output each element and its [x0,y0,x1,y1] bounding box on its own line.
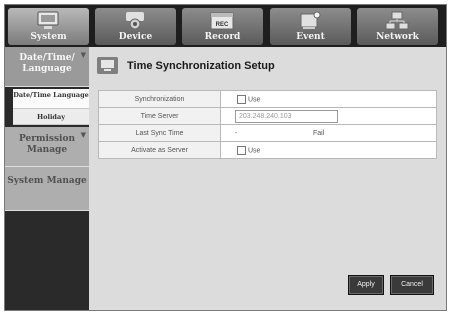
camera-icon [126,12,144,30]
form-row-time-server: Time Server 203.248.240.103 [98,107,437,125]
time-server-label: Time Server [98,107,221,125]
activate-as-server-label: Activate as Server [98,141,221,159]
form-row-last-sync-time: Last Sync Time - Fail [98,124,437,142]
sidebar-item-label: System Manage [7,176,87,186]
settings-page-icon [97,57,118,74]
synchronization-value-cell: Use [220,90,437,108]
time-server-value-cell: 203.248.240.103 [220,107,437,125]
last-sync-status: Fail [313,129,325,137]
tab-system-label: System [30,32,67,42]
tab-record[interactable]: REC Record [182,8,263,45]
expand-marker-icon: ▼ [80,130,86,139]
last-sync-time-label: Last Sync Time [98,124,221,142]
tab-network-label: Network [376,32,419,42]
expand-marker-icon: ▼ [80,50,86,59]
form-row-synchronization: Synchronization Use [98,90,437,108]
network-icon [385,11,409,30]
tab-event-label: Event [296,32,325,42]
tab-device[interactable]: Device [95,8,176,45]
event-icon [300,11,321,29]
record-icon: REC [210,12,234,30]
sidebar-sub-label: Holiday [37,113,65,121]
sidebar-sub-label: Date/Time Language [13,91,89,99]
activate-as-server-use-label: Use [248,146,261,154]
tab-record-label: Record [204,32,241,42]
system-icon [37,11,59,29]
last-sync-time-value-cell: - Fail [220,124,437,142]
sidebar-item-label: Permission Manage [18,134,76,155]
synchronization-checkbox[interactable] [237,94,246,104]
sidebar-item-label: Date/Time/ Language [19,53,75,74]
last-sync-time-value: - [235,129,238,137]
activate-as-server-value-cell: Use [220,141,437,159]
tab-network[interactable]: Network [357,8,438,45]
tab-event[interactable]: Event [270,8,351,45]
cancel-button[interactable]: Cancel [390,275,434,295]
side-menu: ▼ Date/Time/ Language Date/Time Language… [5,47,89,310]
top-nav-bar: System Device REC Record Event Network [5,5,446,47]
synchronization-label: Synchronization [98,90,221,108]
activate-as-server-checkbox[interactable] [237,145,246,155]
main-panel: Time Synchronization Setup Synchronizati… [89,47,446,310]
svg-text:REC: REC [216,22,229,28]
page-title: Time Synchronization Setup [127,60,275,72]
synchronization-use-label: Use [248,95,261,103]
sidebar-sub-date-time-language[interactable]: Date/Time Language [13,89,89,109]
sidebar-sub-holiday[interactable]: Holiday [13,109,89,125]
sidebar-item-date-time-language[interactable]: ▼ Date/Time/ Language [5,47,89,87]
time-sync-form: Synchronization Use Time Server 203.248.… [98,90,437,159]
sidebar-item-system-manage[interactable]: System Manage [5,167,89,211]
tab-device-label: Device [118,32,153,42]
apply-button[interactable]: Apply [348,275,384,295]
form-row-activate-as-server: Activate as Server Use [98,141,437,159]
dvr-setup-window: System Device REC Record Event Network ▼… [4,4,447,311]
sidebar-item-permission-manage[interactable]: ▼ Permission Manage [5,127,89,167]
time-server-input[interactable]: 203.248.240.103 [235,109,338,123]
tab-system[interactable]: System [8,8,89,45]
